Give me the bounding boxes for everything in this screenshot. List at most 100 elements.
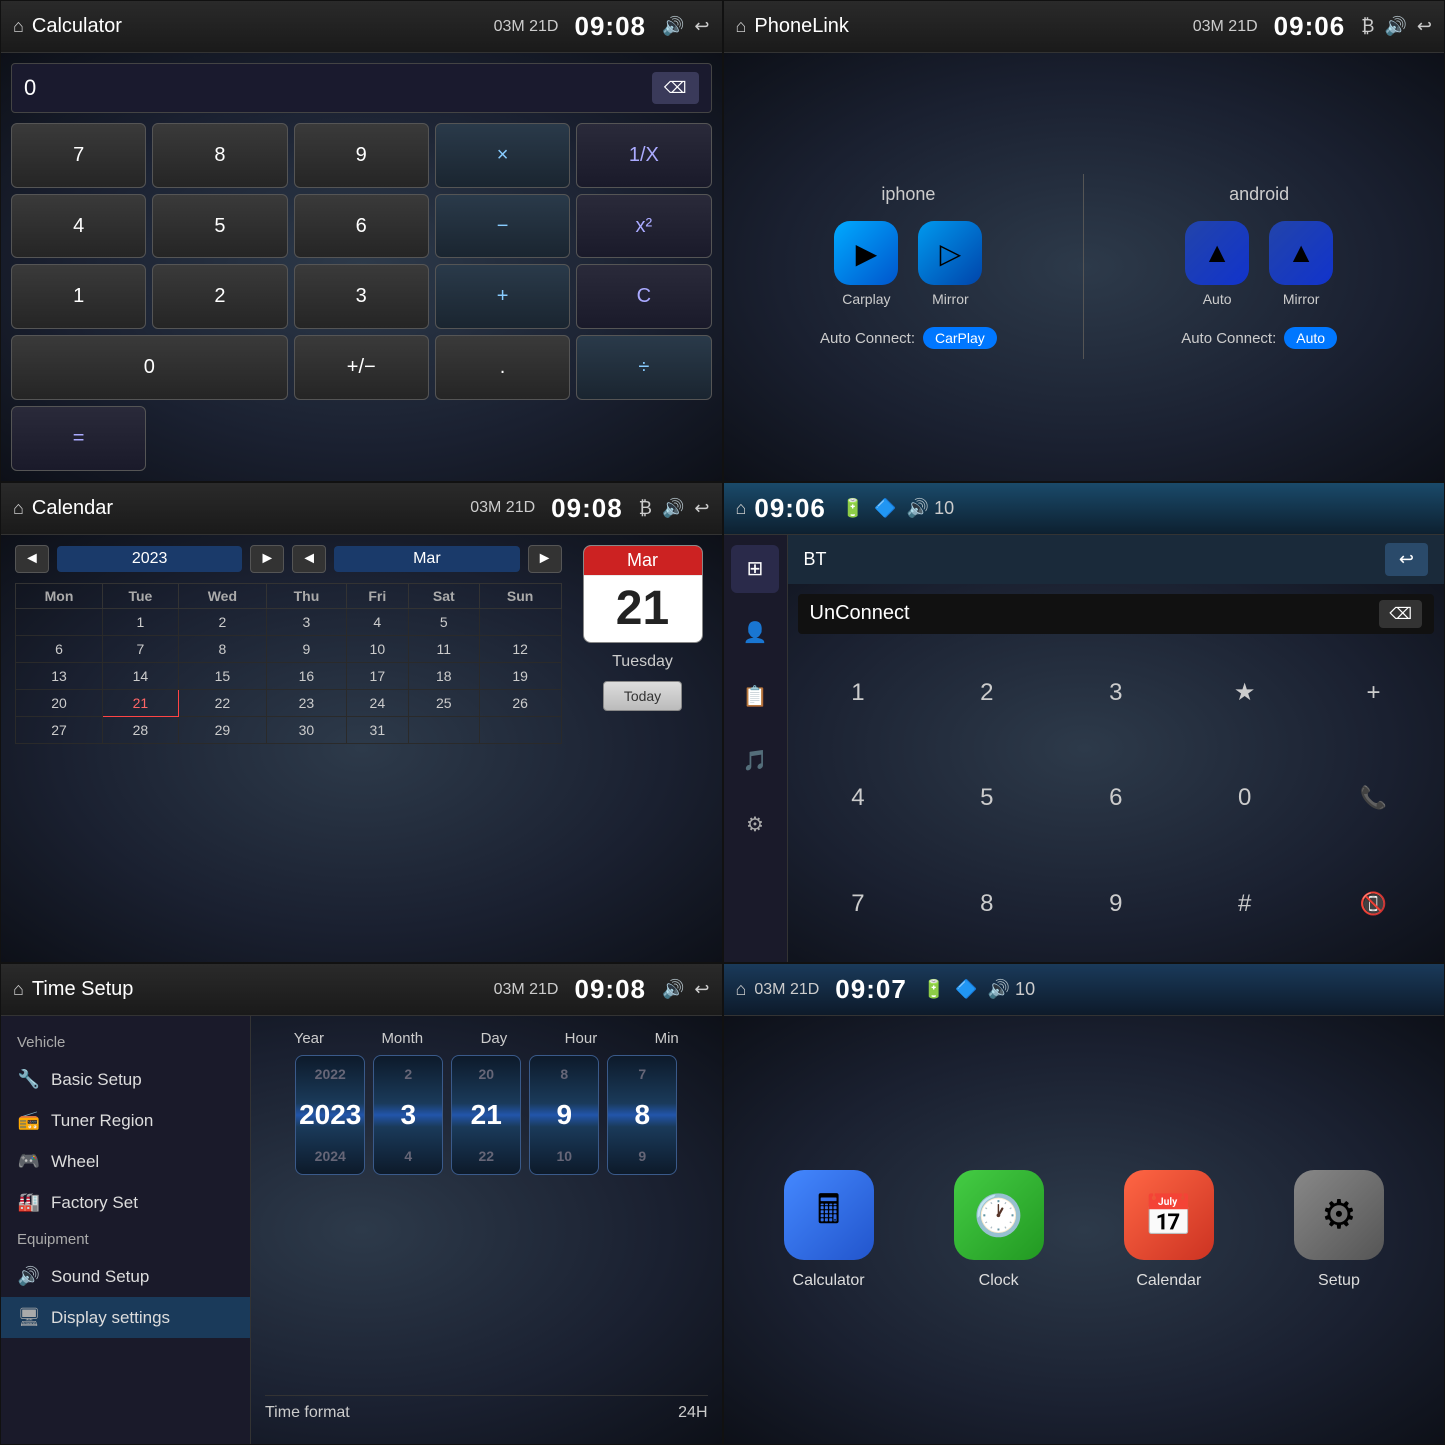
- android-mirror-app[interactable]: ▲ Mirror: [1269, 221, 1333, 307]
- sound-setup-item[interactable]: 🔊 Sound Setup: [1, 1256, 250, 1297]
- calc-btn-8[interactable]: 8: [152, 123, 287, 188]
- calc-btn-subtract[interactable]: −: [435, 194, 570, 259]
- cal-today-button[interactable]: Today: [603, 681, 682, 711]
- cal-month-prev[interactable]: ◄: [292, 545, 326, 573]
- bt-key-5[interactable]: 5: [926, 750, 1047, 847]
- calculator-app[interactable]: 🖩 Calculator: [784, 1170, 874, 1290]
- back-icon[interactable]: ↩: [694, 16, 709, 37]
- calc-btn-3[interactable]: 3: [294, 264, 429, 329]
- tuner-region-item[interactable]: 📻 Tuner Region: [1, 1100, 250, 1141]
- table-row[interactable]: 6: [16, 635, 103, 662]
- bt-return-button[interactable]: ↩: [1385, 543, 1428, 576]
- table-row[interactable]: 23: [267, 689, 347, 716]
- calc-btn-2[interactable]: 2: [152, 264, 287, 329]
- calc-btn-add[interactable]: +: [435, 264, 570, 329]
- table-row[interactable]: 28: [103, 716, 179, 743]
- bt-key-plus[interactable]: +: [1313, 644, 1434, 742]
- table-row[interactable]: 26: [479, 689, 561, 716]
- calc-btn-9[interactable]: 9: [294, 123, 429, 188]
- table-row[interactable]: 5: [408, 608, 479, 635]
- calc-btn-clear[interactable]: C: [576, 264, 711, 329]
- table-row[interactable]: 27: [16, 716, 103, 743]
- bt-sidebar-recents[interactable]: 📋: [731, 673, 779, 721]
- bt-key-3[interactable]: 3: [1055, 644, 1176, 742]
- table-row[interactable]: 3: [267, 608, 347, 635]
- bt-key-1[interactable]: 1: [798, 644, 919, 742]
- table-row[interactable]: [16, 608, 103, 635]
- calendar-app[interactable]: 📅 Calendar: [1124, 1170, 1214, 1290]
- bt-sidebar-settings[interactable]: ⚙: [731, 801, 779, 849]
- table-row[interactable]: 4: [346, 608, 408, 635]
- table-row[interactable]: 10: [346, 635, 408, 662]
- table-row[interactable]: 13: [16, 662, 103, 689]
- day-drum[interactable]: 20 21 22: [451, 1055, 521, 1175]
- back-icon[interactable]: ↩: [694, 979, 709, 1000]
- setup-app[interactable]: ⚙ Setup: [1294, 1170, 1384, 1290]
- table-row[interactable]: 19: [479, 662, 561, 689]
- bt-key-star[interactable]: ★: [1184, 644, 1305, 742]
- bt-sidebar-dialpad[interactable]: ⊞: [731, 545, 779, 593]
- carplay-app[interactable]: ▶ Carplay: [834, 221, 898, 307]
- table-row[interactable]: 31: [346, 716, 408, 743]
- table-row[interactable]: 18: [408, 662, 479, 689]
- table-row[interactable]: 16: [267, 662, 347, 689]
- table-row[interactable]: 2: [178, 608, 266, 635]
- calendar-app-icon[interactable]: 📅: [1124, 1170, 1214, 1260]
- table-row[interactable]: 25: [408, 689, 479, 716]
- table-row[interactable]: 7: [103, 635, 179, 662]
- table-row[interactable]: 20: [16, 689, 103, 716]
- calc-btn-decimal[interactable]: .: [435, 335, 570, 400]
- hour-drum[interactable]: 8 9 10: [529, 1055, 599, 1175]
- table-row[interactable]: 14: [103, 662, 179, 689]
- bt-key-4[interactable]: 4: [798, 750, 919, 847]
- min-drum[interactable]: 7 8 9: [607, 1055, 677, 1175]
- calc-btn-divide[interactable]: ÷: [576, 335, 711, 400]
- calc-btn-equals[interactable]: =: [11, 406, 146, 471]
- bt-key-7[interactable]: 7: [798, 855, 919, 952]
- table-row[interactable]: 1: [103, 608, 179, 635]
- calc-btn-1[interactable]: 1: [11, 264, 146, 329]
- clock-app[interactable]: 🕐 Clock: [954, 1170, 1044, 1290]
- calc-btn-6[interactable]: 6: [294, 194, 429, 259]
- table-row[interactable]: 30: [267, 716, 347, 743]
- table-row[interactable]: 12: [479, 635, 561, 662]
- bt-key-0[interactable]: 0: [1184, 750, 1305, 847]
- calc-btn-0[interactable]: 0: [11, 335, 288, 400]
- table-row[interactable]: 29: [178, 716, 266, 743]
- bt-key-2[interactable]: 2: [926, 644, 1047, 742]
- back-icon[interactable]: ↩: [1417, 16, 1432, 37]
- table-row[interactable]: 8: [178, 635, 266, 662]
- calc-btn-posneg[interactable]: +/−: [294, 335, 429, 400]
- calculator-app-icon[interactable]: 🖩: [784, 1170, 874, 1260]
- bt-sidebar-contacts[interactable]: 👤: [731, 609, 779, 657]
- wheel-item[interactable]: 🎮 Wheel: [1, 1141, 250, 1182]
- bt-key-hash[interactable]: #: [1184, 855, 1305, 952]
- calc-btn-4[interactable]: 4: [11, 194, 146, 259]
- table-row[interactable]: 24: [346, 689, 408, 716]
- table-row[interactable]: 11: [408, 635, 479, 662]
- bt-hangup-button[interactable]: 📵: [1313, 855, 1434, 952]
- bt-sidebar-music[interactable]: 🎵: [731, 737, 779, 785]
- android-mirror-icon[interactable]: ▲: [1269, 221, 1333, 285]
- table-row[interactable]: 22: [178, 689, 266, 716]
- setup-app-icon[interactable]: ⚙: [1294, 1170, 1384, 1260]
- calc-backspace-button[interactable]: ⌫: [652, 72, 699, 104]
- android-auto-badge[interactable]: Auto: [1284, 327, 1337, 349]
- carplay-icon[interactable]: ▶: [834, 221, 898, 285]
- iphone-mirror-app[interactable]: ▷ Mirror: [918, 221, 982, 307]
- calc-btn-7[interactable]: 7: [11, 123, 146, 188]
- table-row[interactable]: 17: [346, 662, 408, 689]
- year-drum[interactable]: 2022 2023 2024: [295, 1055, 365, 1175]
- auto-icon[interactable]: ▲: [1185, 221, 1249, 285]
- bt-backspace-button[interactable]: ⌫: [1379, 600, 1422, 628]
- factory-set-item[interactable]: 🏭 Factory Set: [1, 1182, 250, 1223]
- bt-call-button[interactable]: 📞: [1313, 750, 1434, 847]
- table-row[interactable]: 15: [178, 662, 266, 689]
- bt-key-8[interactable]: 8: [926, 855, 1047, 952]
- calc-btn-square[interactable]: x²: [576, 194, 711, 259]
- calc-btn-5[interactable]: 5: [152, 194, 287, 259]
- table-row-today[interactable]: 21: [103, 689, 179, 716]
- clock-app-icon[interactable]: 🕐: [954, 1170, 1044, 1260]
- display-settings-item[interactable]: 🖥 Display settings: [1, 1297, 250, 1338]
- cal-year-next[interactable]: ►: [250, 545, 284, 573]
